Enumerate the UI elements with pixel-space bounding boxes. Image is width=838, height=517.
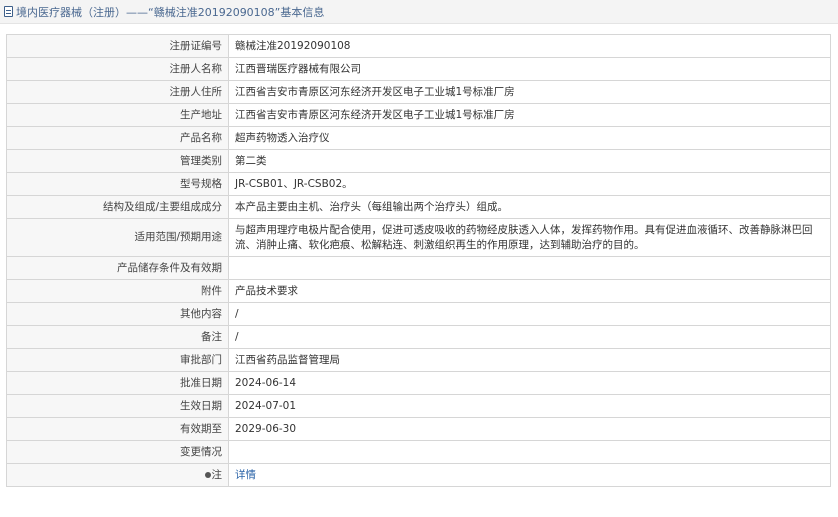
note-label-cell: 注 (6, 463, 229, 487)
row-value: JR-CSB01、JR-CSB02。 (228, 172, 831, 196)
row-value (228, 256, 831, 280)
table-row: 审批部门 江西省药品监督管理局 (6, 348, 831, 372)
row-value: 第二类 (228, 149, 831, 173)
row-label: 注册人住所 (6, 80, 229, 104)
bullet-icon (204, 471, 211, 478)
row-label: 其他内容 (6, 302, 229, 326)
table-row: 注册人住所 江西省吉安市青原区河东经济开发区电子工业城1号标准厂房 (6, 80, 831, 104)
table-row: 生产地址 江西省吉安市青原区河东经济开发区电子工业城1号标准厂房 (6, 103, 831, 127)
row-label: 产品名称 (6, 126, 229, 150)
note-row: 注 详情 (6, 463, 831, 487)
document-icon (4, 6, 13, 17)
table-row: 附件 产品技术要求 (6, 279, 831, 303)
page-title: 境内医疗器械（注册）——“赣械注准20192090108”基本信息 (16, 5, 325, 19)
row-label: 审批部门 (6, 348, 229, 372)
row-label: 型号规格 (6, 172, 229, 196)
row-value: 本产品主要由主机、治疗头（每组输出两个治疗头）组成。 (228, 195, 831, 219)
row-label: 结构及组成/主要组成成分 (6, 195, 229, 219)
row-value: 与超声用理疗电极片配合使用，促进可透皮吸收的药物经皮肤透入人体，发挥药物作用。具… (228, 218, 831, 257)
row-value: 超声药物透入治疗仪 (228, 126, 831, 150)
row-value: 2029-06-30 (228, 417, 831, 441)
row-value: 江西省吉安市青原区河东经济开发区电子工业城1号标准厂房 (228, 103, 831, 127)
table-row: 有效期至 2029-06-30 (6, 417, 831, 441)
row-label: 附件 (6, 279, 229, 303)
table-row: 变更情况 (6, 440, 831, 464)
table-row: 管理类别 第二类 (6, 149, 831, 173)
row-value: 2024-06-14 (228, 371, 831, 395)
page-header: 境内医疗器械（注册）——“赣械注准20192090108”基本信息 (0, 0, 838, 24)
row-label: 变更情况 (6, 440, 229, 464)
row-value: 2024-07-01 (228, 394, 831, 418)
table-row: 型号规格 JR-CSB01、JR-CSB02。 (6, 172, 831, 196)
table-row: 注册证编号 赣械注准20192090108 (6, 34, 831, 58)
row-label: 注册证编号 (6, 34, 229, 58)
row-label: 生效日期 (6, 394, 229, 418)
table-row: 批准日期 2024-06-14 (6, 371, 831, 395)
row-label: 产品储存条件及有效期 (6, 256, 229, 280)
table-row: 产品储存条件及有效期 (6, 256, 831, 280)
table-row: 生效日期 2024-07-01 (6, 394, 831, 418)
row-value: / (228, 325, 831, 349)
row-label: 生产地址 (6, 103, 229, 127)
table-row: 适用范围/预期用途 与超声用理疗电极片配合使用，促进可透皮吸收的药物经皮肤透入人… (6, 218, 831, 257)
row-label: 管理类别 (6, 149, 229, 173)
row-value: 江西省吉安市青原区河东经济开发区电子工业城1号标准厂房 (228, 80, 831, 104)
row-value: / (228, 302, 831, 326)
table-row: 注册人名称 江西晋瑞医疗器械有限公司 (6, 57, 831, 81)
row-label: 批准日期 (6, 371, 229, 395)
row-label: 注册人名称 (6, 57, 229, 81)
details-link[interactable]: 详情 (235, 469, 256, 481)
row-label: 备注 (6, 325, 229, 349)
row-value (228, 440, 831, 464)
table-row: 产品名称 超声药物透入治疗仪 (6, 126, 831, 150)
note-label: 注 (211, 468, 223, 481)
row-value: 江西晋瑞医疗器械有限公司 (228, 57, 831, 81)
row-label: 适用范围/预期用途 (6, 218, 229, 257)
info-table: 注册证编号 赣械注准20192090108 注册人名称 江西晋瑞医疗器械有限公司… (6, 34, 831, 487)
table-row: 其他内容 / (6, 302, 831, 326)
table-row: 结构及组成/主要组成成分 本产品主要由主机、治疗头（每组输出两个治疗头）组成。 (6, 195, 831, 219)
row-value: 产品技术要求 (228, 279, 831, 303)
row-value: 赣械注准20192090108 (228, 34, 831, 58)
note-value-cell: 详情 (228, 463, 831, 487)
table-row: 备注 / (6, 325, 831, 349)
row-value: 江西省药品监督管理局 (228, 348, 831, 372)
row-label: 有效期至 (6, 417, 229, 441)
